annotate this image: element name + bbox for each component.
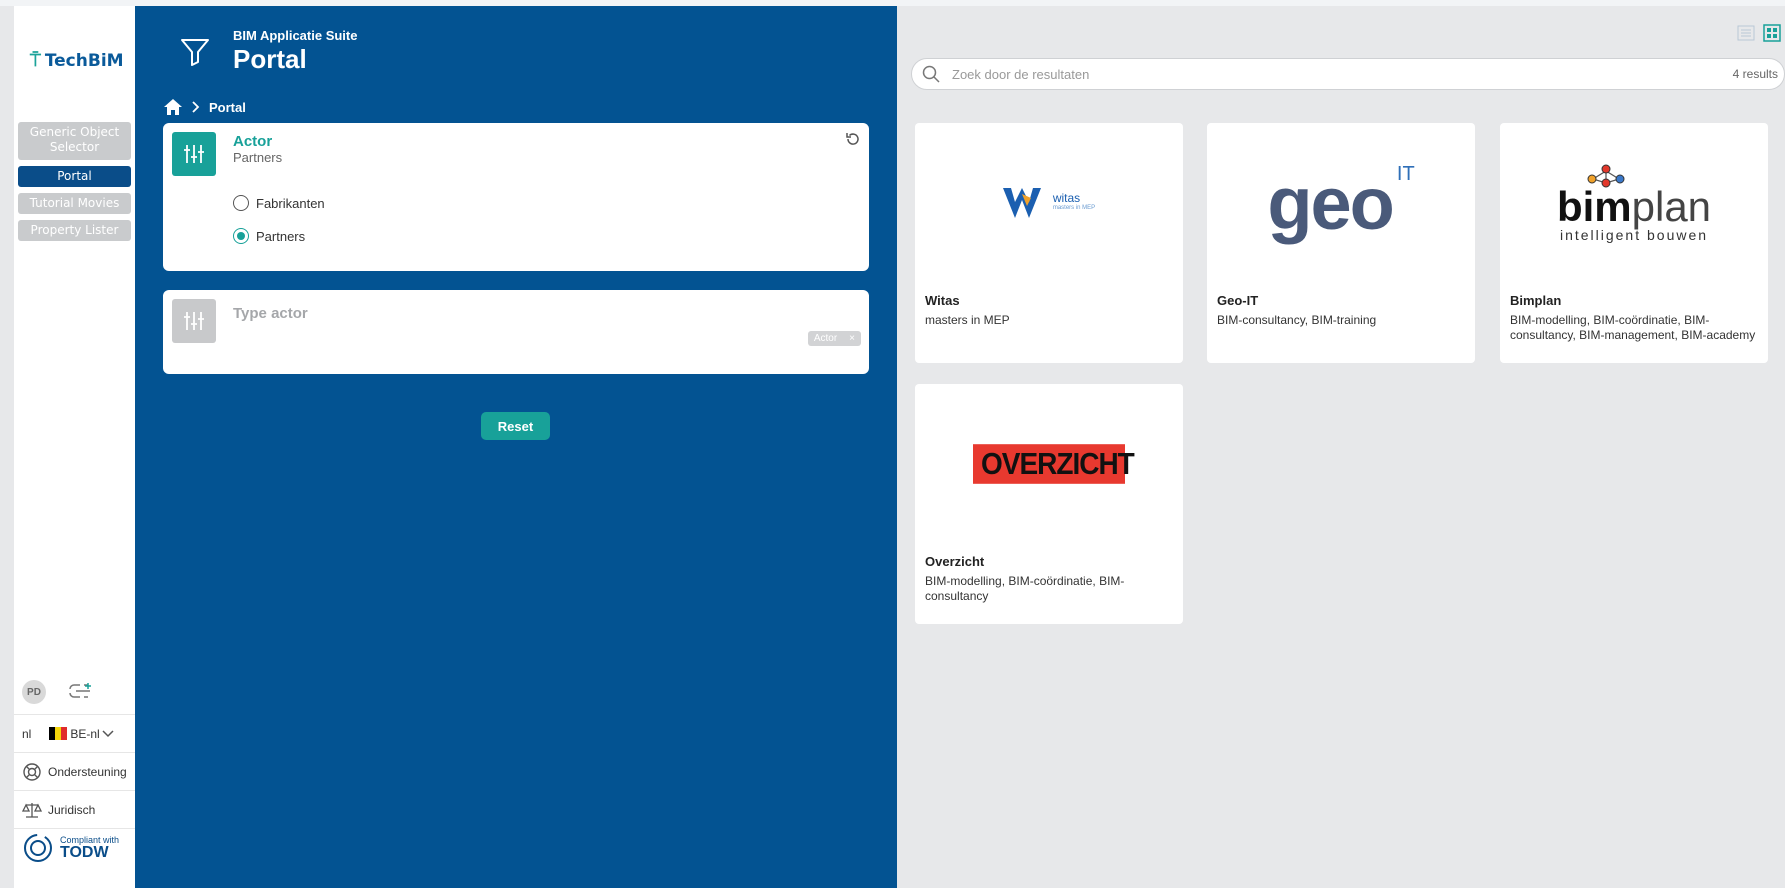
chip-label: Actor	[813, 333, 838, 344]
radio-fabrikanten[interactable]: Fabrikanten	[233, 195, 325, 211]
chevron-down-icon[interactable]	[102, 727, 114, 741]
actor-filter-title: Actor	[233, 133, 273, 150]
type-actor-filter-toggle[interactable]	[172, 299, 216, 343]
language-row: nl BE-nl	[14, 714, 135, 752]
app-suite-name: BIM Applicatie Suite	[233, 28, 358, 43]
bimplan-logo-light: plan	[1631, 183, 1712, 230]
witas-logo-text: witas	[1052, 191, 1081, 205]
sidebar-item-tutorial-movies[interactable]: Tutorial Movies	[18, 193, 131, 214]
sliders-icon	[184, 312, 204, 330]
result-name: Bimplan	[1510, 293, 1562, 308]
radio-label: Partners	[256, 228, 306, 244]
home-icon[interactable]	[163, 98, 183, 116]
link-icon[interactable]	[66, 681, 94, 704]
type-actor-filter-card: Type actor Actor ×	[163, 290, 869, 374]
support-link[interactable]: Ondersteuning	[14, 752, 135, 790]
sidebar-footer: PD nl BE-nl Ondersteuning Juridisch Comp…	[14, 670, 135, 866]
result-card-overzicht[interactable]: OVERZICHT Overzicht BIM-modelling, BIM-c…	[915, 384, 1183, 624]
bimplan-logo: bimplan intelligent bouwen	[1500, 123, 1768, 283]
list-view-icon[interactable]	[1737, 24, 1755, 42]
witas-logo-icon	[1002, 188, 1041, 218]
support-label: Ondersteuning	[48, 764, 127, 779]
result-count: 4 results	[1732, 67, 1778, 81]
grid-view-icon[interactable]	[1763, 24, 1781, 42]
witas-logo-sub: masters in MEP	[1052, 205, 1096, 211]
compliance-name: TODW	[60, 843, 109, 861]
language-code[interactable]: nl	[22, 727, 31, 741]
filter-panel: BIM Applicatie Suite Portal Portal Actor…	[135, 6, 897, 888]
actor-filter-toggle[interactable]	[172, 132, 216, 176]
todw-badge[interactable]: Compliant with TODW	[14, 828, 135, 866]
radio-button[interactable]	[233, 195, 249, 211]
filter-icon	[181, 39, 209, 66]
result-card-bimplan[interactable]: bimplan intelligent bouwen Bimplan BIM-m…	[1500, 123, 1768, 363]
overzicht-logo: OVERZICHT	[915, 384, 1183, 544]
sidebar-nav: Generic Object Selector Portal Tutorial …	[18, 122, 131, 247]
result-card-geo-it[interactable]: geo IT Geo-IT BIM-consultancy, BIM-train…	[1207, 123, 1475, 363]
sidebar-item-generic-object-selector[interactable]: Generic Object Selector	[18, 122, 131, 160]
bimplan-logo-bold: bim	[1556, 183, 1632, 230]
reset-button[interactable]: Reset	[481, 412, 550, 440]
breadcrumb-current[interactable]: Portal	[209, 100, 246, 115]
undo-icon[interactable]	[845, 131, 861, 147]
result-name: Overzicht	[925, 554, 985, 569]
chevron-right-icon	[192, 101, 200, 113]
overzicht-logo-text: OVERZICHT	[973, 444, 1135, 484]
avatar[interactable]: PD	[22, 680, 46, 704]
user-row: PD	[14, 670, 135, 714]
radio-partners[interactable]: Partners	[233, 228, 305, 244]
search-input[interactable]	[952, 66, 1632, 82]
geo-it-logo: geo IT	[1207, 123, 1475, 283]
geo-logo-sup: IT	[1396, 163, 1415, 185]
brand-logo[interactable]: ⍑ TechBiM	[30, 50, 124, 71]
sidebar-item-property-lister[interactable]: Property Lister	[18, 220, 131, 241]
scales-icon	[22, 802, 42, 818]
legal-link[interactable]: Juridisch	[14, 790, 135, 828]
compliance-caption: Compliant with	[60, 834, 120, 845]
todw-logo-icon	[24, 833, 52, 862]
search-bar: 4 results	[911, 58, 1785, 90]
result-description: masters in MEP	[925, 313, 1010, 327]
result-name: Geo-IT	[1217, 293, 1259, 308]
result-description: BIM-modelling, BIM-coördinatie, BIM-cons…	[925, 574, 1125, 603]
chip-close-icon[interactable]: ×	[849, 333, 855, 344]
belgium-flag-icon	[49, 727, 68, 740]
page-title: Portal	[233, 44, 307, 74]
result-description: BIM-consultancy, BIM-training	[1217, 313, 1377, 327]
brand-name: TechBiM	[44, 50, 124, 71]
actor-filter-selected: Partners	[233, 150, 283, 165]
actor-filter-card: Actor Partners Fabrikanten Partners	[163, 123, 869, 271]
bimplan-logo-sub: intelligent bouwen	[1559, 227, 1709, 243]
locale-select[interactable]: BE-nl	[70, 727, 99, 741]
radio-label: Fabrikanten	[256, 195, 325, 211]
sliders-icon	[184, 145, 204, 163]
geo-logo-text: geo	[1267, 161, 1395, 245]
filter-chip: Actor ×	[807, 331, 861, 346]
result-card-witas[interactable]: witas masters in MEP Witas masters in ME…	[915, 123, 1183, 363]
sidebar: ⍑ TechBiM Generic Object Selector Portal…	[14, 6, 135, 888]
legal-label: Juridisch	[48, 802, 96, 817]
result-description: BIM-modelling, BIM-coördinatie, BIM-cons…	[1510, 313, 1756, 342]
breadcrumb: Portal	[163, 98, 246, 116]
result-name: Witas	[925, 293, 960, 308]
view-toggle	[1737, 24, 1781, 42]
witas-logo: witas masters in MEP	[915, 123, 1183, 283]
type-actor-filter-title: Type actor	[233, 305, 308, 322]
lifebuoy-icon	[23, 762, 41, 781]
sidebar-item-portal[interactable]: Portal	[18, 166, 131, 187]
search-icon	[922, 65, 940, 83]
radio-button-selected[interactable]	[233, 228, 249, 244]
results-area: 4 results witas masters in MEP Witas mas…	[897, 6, 1785, 888]
techbim-logo-icon: ⍑	[30, 50, 41, 71]
